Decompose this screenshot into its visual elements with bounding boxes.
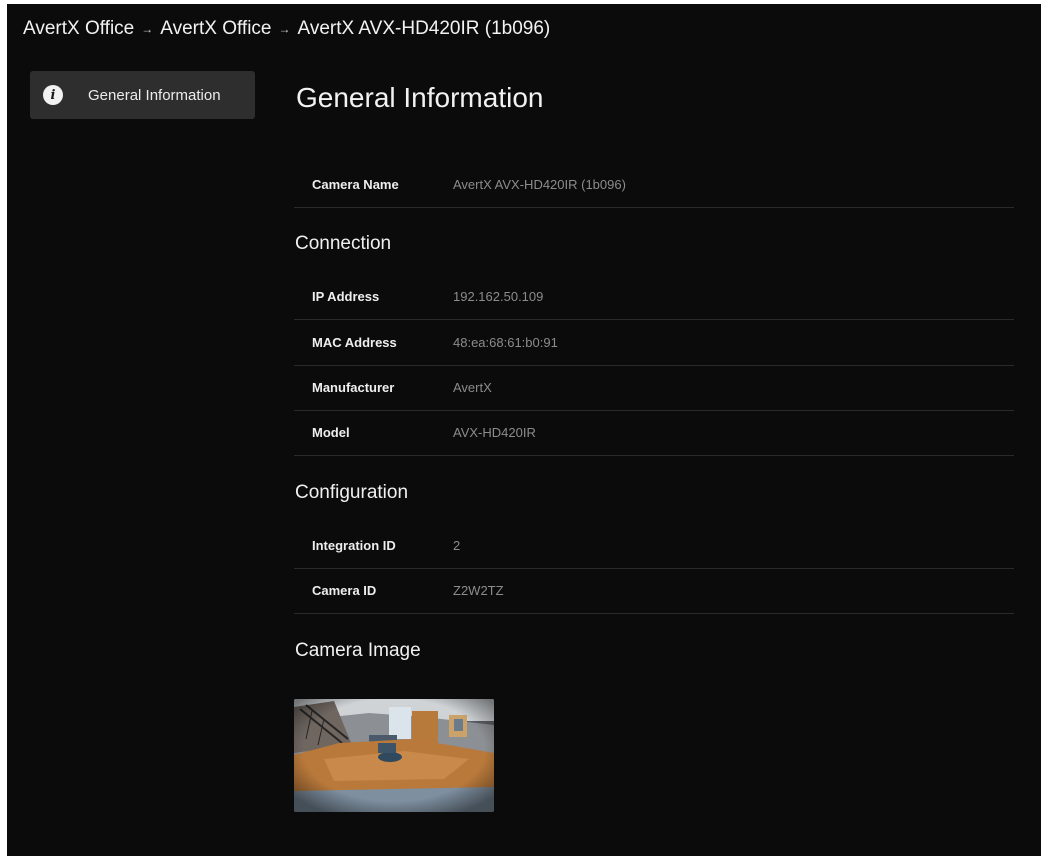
- info-row-model: Model AVX-HD420IR: [294, 410, 1014, 456]
- row-value: 2: [453, 538, 461, 553]
- app-window: AvertX Office → AvertX Office → AvertX A…: [7, 4, 1041, 856]
- breadcrumb: AvertX Office → AvertX Office → AvertX A…: [23, 18, 550, 40]
- breadcrumb-item-camera: AvertX AVX-HD420IR (1b096): [297, 18, 551, 39]
- row-label: Camera Name: [312, 177, 399, 192]
- row-value: AvertX AVX-HD420IR (1b096): [453, 177, 626, 192]
- info-row-manufacturer: Manufacturer AvertX: [294, 365, 1014, 411]
- section-heading-camera-image: Camera Image: [295, 640, 421, 661]
- breadcrumb-separator-icon: →: [278, 22, 291, 36]
- info-row-integration-id: Integration ID 2: [294, 523, 1014, 569]
- info-row-camera-id: Camera ID Z2W2TZ: [294, 568, 1014, 614]
- section-heading-connection: Connection: [295, 233, 392, 254]
- row-label: Manufacturer: [312, 380, 395, 395]
- row-value: Z2W2TZ: [453, 583, 504, 598]
- section-heading-configuration: Configuration: [295, 482, 409, 503]
- breadcrumb-separator-icon: →: [141, 22, 154, 36]
- info-row-camera-name: Camera Name AvertX AVX-HD420IR (1b096): [294, 162, 1014, 208]
- breadcrumb-item-location[interactable]: AvertX Office: [160, 18, 271, 40]
- row-value: AVX-HD420IR: [453, 425, 536, 440]
- camera-snapshot-image[interactable]: [294, 699, 494, 812]
- row-label: MAC Address: [312, 335, 397, 350]
- info-icon: i: [43, 85, 63, 105]
- row-value: AvertX: [453, 380, 492, 395]
- sidebar-item-label: General Information: [88, 86, 221, 104]
- page-title: General Information: [296, 82, 544, 113]
- row-label: Model: [312, 425, 350, 440]
- row-value: 48:ea:68:61:b0:91: [453, 335, 558, 350]
- row-label: Camera ID: [312, 583, 377, 598]
- breadcrumb-item-site[interactable]: AvertX Office: [23, 18, 134, 40]
- row-value: 192.162.50.109: [453, 289, 544, 304]
- info-row-mac-address: MAC Address 48:ea:68:61:b0:91: [294, 320, 1014, 366]
- row-label: Integration ID: [312, 538, 396, 553]
- row-label: IP Address: [312, 289, 380, 304]
- info-row-ip-address: IP Address 192.162.50.109: [294, 274, 1014, 320]
- sidebar-item-general-information[interactable]: i General Information: [30, 71, 255, 119]
